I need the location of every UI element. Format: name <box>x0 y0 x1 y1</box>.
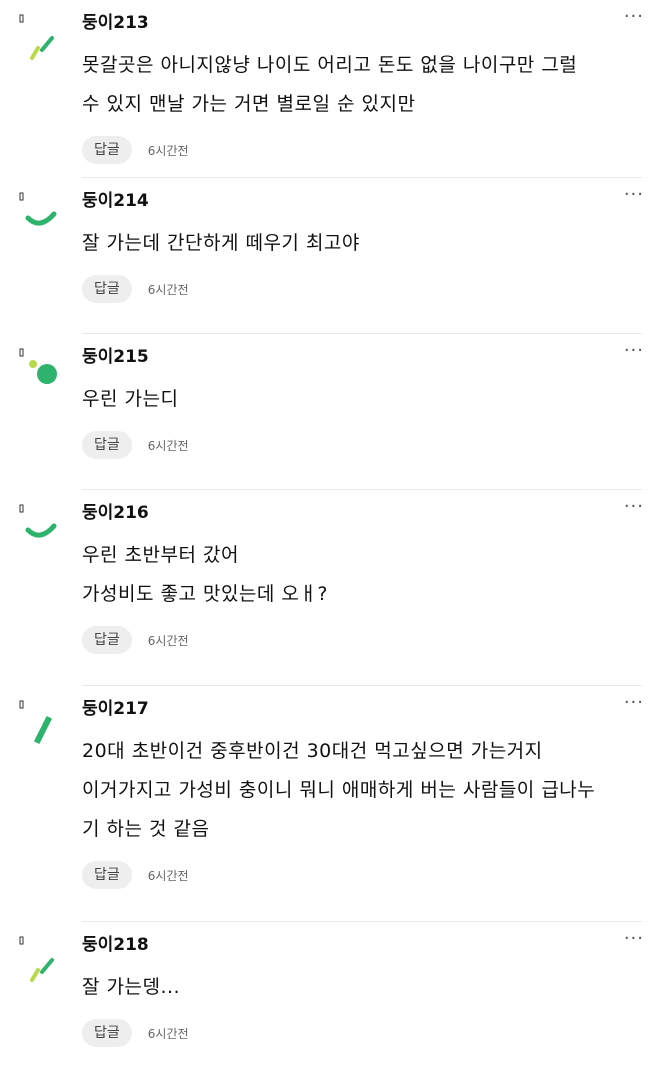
comment-nickname[interactable]: 둥이218 <box>82 934 642 956</box>
comment-nickname[interactable]: 둥이214 <box>82 190 642 212</box>
more-options-icon[interactable]: ··· <box>624 930 644 948</box>
comment-nickname[interactable]: 둥이213 <box>82 12 642 34</box>
smile-avatar-icon[interactable] <box>18 500 60 550</box>
comment-time: 6시간전 <box>147 282 189 297</box>
more-options-icon[interactable]: ··· <box>624 694 644 712</box>
comment-text: 못갈곳은 아니지않냥 나이도 어리고 돈도 없을 나이구만 그럴 수 있지 맨날 … <box>82 54 578 115</box>
comment-nickname[interactable]: 둥이217 <box>82 698 642 720</box>
comment-time: 6시간전 <box>147 868 189 883</box>
comment-nickname[interactable]: 둥이216 <box>82 502 642 524</box>
more-options-icon[interactable]: ··· <box>624 342 644 360</box>
leaf-avatar-icon[interactable] <box>18 10 60 60</box>
stroke-avatar-icon[interactable] <box>18 696 60 746</box>
comment-text: 잘 가는뎅... <box>82 976 181 998</box>
comment-text: 잘 가는데 간단하게 떼우기 최고야 <box>82 232 360 254</box>
smile-avatar-icon[interactable] <box>18 188 60 238</box>
reply-button[interactable]: 답글 <box>82 431 132 459</box>
leaf-avatar-icon[interactable] <box>18 932 60 982</box>
comment-time: 6시간전 <box>147 1026 189 1041</box>
comment-item: 둥이215 우린 가는디 답글 6시간전 ··· <box>0 334 658 490</box>
comment-text: 우린 초반부터 갔어 가성비도 좋고 맛있는데 오ㅐ? <box>82 544 328 605</box>
comment-time: 6시간전 <box>147 438 189 453</box>
reply-button[interactable]: 답글 <box>82 275 132 303</box>
more-options-icon[interactable]: ··· <box>624 8 644 26</box>
comment-item: 둥이213 못갈곳은 아니지않냥 나이도 어리고 돈도 없을 나이구만 그럴 수 … <box>0 0 658 178</box>
dot-avatar-icon[interactable] <box>18 344 60 394</box>
comment-time: 6시간전 <box>147 633 189 648</box>
comment-item: 둥이216 우린 초반부터 갔어 가성비도 좋고 맛있는데 오ㅐ? 답글 6시간전… <box>0 490 658 686</box>
reply-button[interactable]: 답글 <box>82 861 132 889</box>
more-options-icon[interactable]: ··· <box>624 186 644 204</box>
comment-time: 6시간전 <box>147 143 189 158</box>
comment-item: 둥이214 잘 가는데 간단하게 떼우기 최고야 답글 6시간전 ··· <box>0 178 658 334</box>
comment-text: 우린 가는디 <box>82 388 179 410</box>
comment-item: 둥이217 20대 초반이건 중후반이건 30대건 먹고싶으면 가는거지 이거가지… <box>0 686 658 922</box>
comment-nickname[interactable]: 둥이215 <box>82 346 642 368</box>
reply-button[interactable]: 답글 <box>82 136 132 164</box>
comment-text: 20대 초반이건 중후반이건 30대건 먹고싶으면 가는거지 이거가지고 가성비 … <box>82 740 596 840</box>
comment-item: 둥이218 잘 가는뎅... 답글 6시간전 ··· <box>0 922 658 1076</box>
reply-button[interactable]: 답글 <box>82 1019 132 1047</box>
reply-button[interactable]: 답글 <box>82 626 132 654</box>
more-options-icon[interactable]: ··· <box>624 498 644 516</box>
